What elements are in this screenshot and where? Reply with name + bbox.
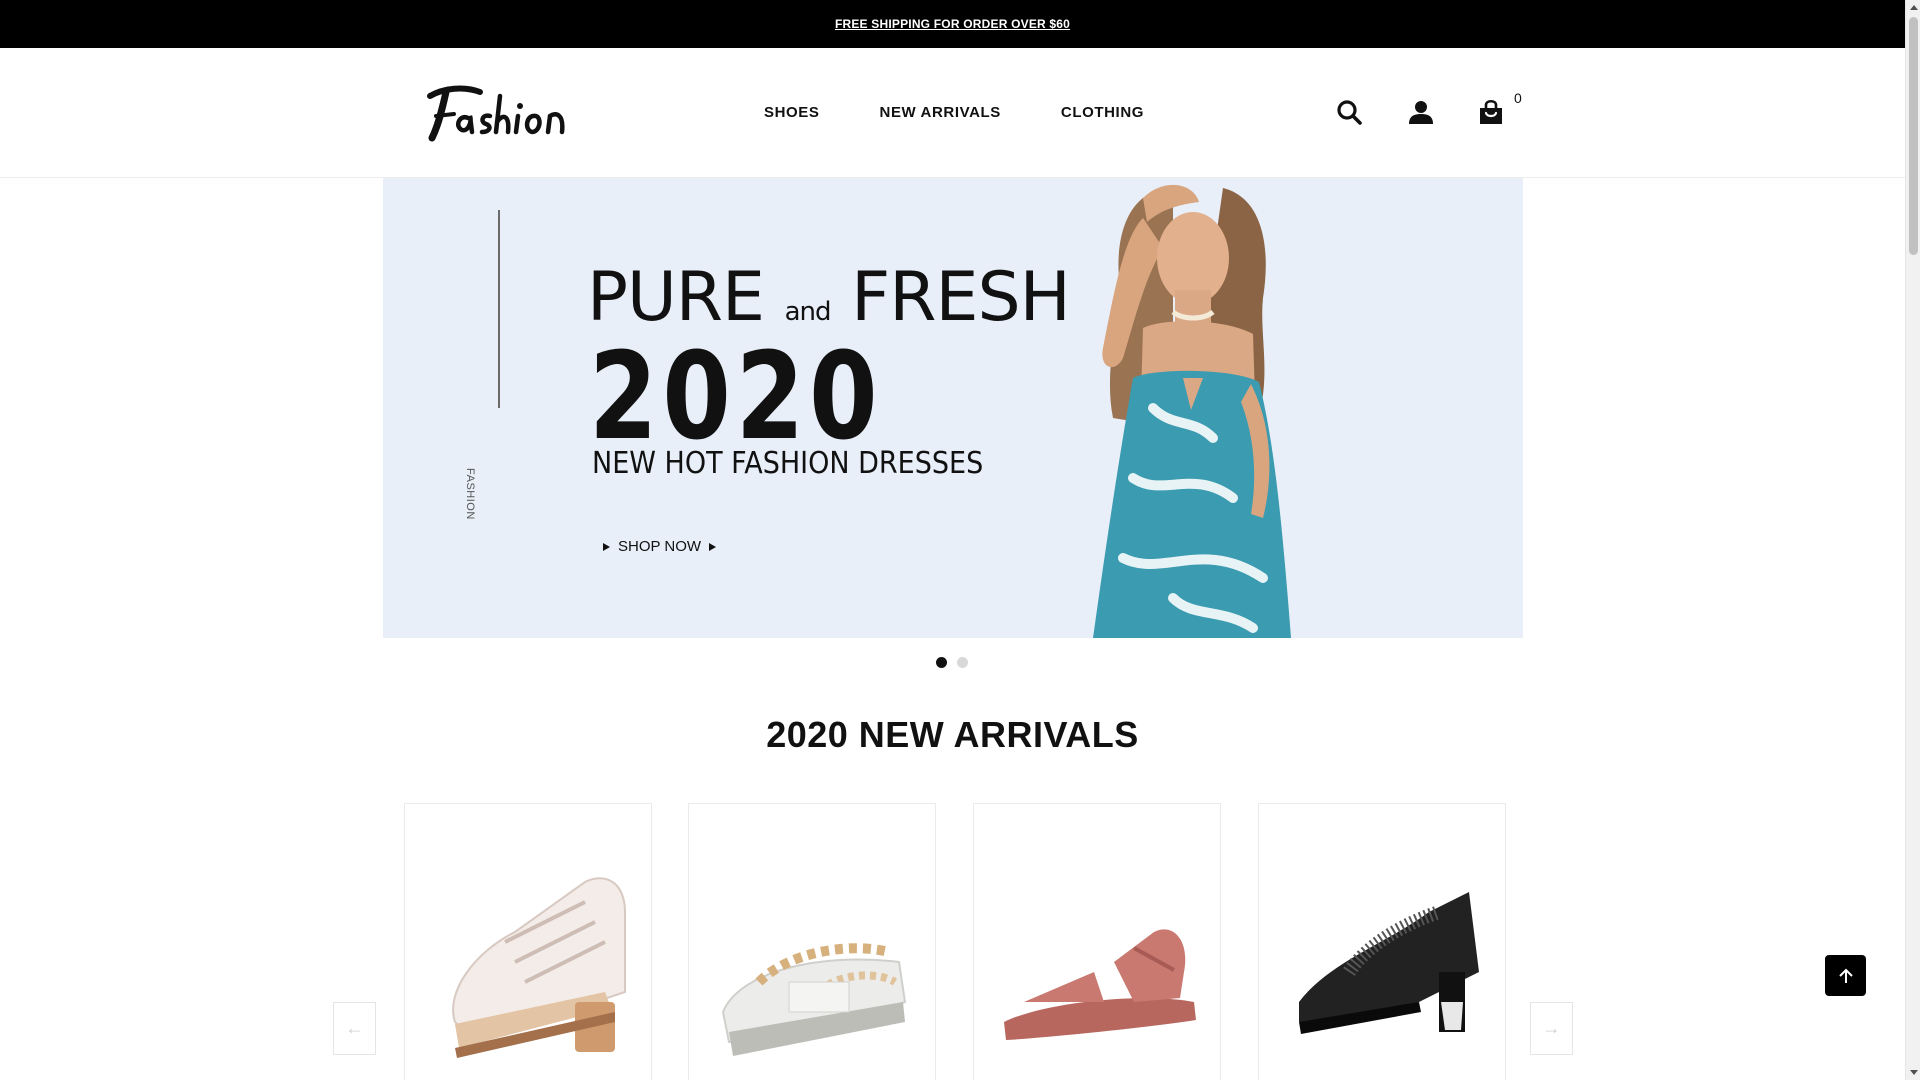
site-header: SHOES NEW ARRIVALS CLOTHING 0	[0, 48, 1905, 178]
hero-vertical-rule	[498, 210, 500, 408]
user-icon[interactable]	[1406, 96, 1436, 128]
fashion-logo[interactable]	[424, 82, 570, 144]
hero-slider-dots	[936, 657, 968, 668]
scrollbar-thumb[interactable]	[1909, 17, 1918, 255]
scroll-down-icon[interactable]	[1906, 1065, 1920, 1080]
logo-script-graphic	[427, 85, 565, 142]
product-image-white-sandal	[452, 877, 626, 1058]
section-title: 2020 NEW ARRIVALS	[766, 714, 1139, 755]
main-nav: SHOES NEW ARRIVALS CLOTHING	[764, 104, 1204, 121]
product-card[interactable]	[973, 803, 1221, 1080]
product-image-pearl-sandal	[721, 943, 907, 1056]
product-card[interactable]	[1258, 803, 1506, 1080]
play-icon	[603, 542, 610, 551]
product-image-black-sandal	[1299, 892, 1479, 1034]
arrow-right-icon: →	[1542, 1018, 1561, 1038]
product-image-pink-sandal	[1004, 929, 1196, 1040]
cart-count-badge: 0	[1514, 90, 1522, 106]
cart-icon[interactable]	[1476, 96, 1506, 128]
hero-side-label: FASHION	[464, 468, 476, 520]
play-icon	[709, 542, 717, 551]
hero-title-left: PURE	[587, 258, 765, 337]
arrow-left-icon: ←	[345, 1018, 364, 1038]
hero-subtitle: NEW HOT FASHION DRESSES	[592, 446, 984, 481]
header-icons: 0	[1334, 90, 1524, 136]
slider-dot-1[interactable]	[936, 657, 947, 668]
announcement-bar: FREE SHIPPING FOR ORDER OVER $60	[0, 0, 1905, 48]
free-shipping-link[interactable]: FREE SHIPPING FOR ORDER OVER $60	[835, 17, 1070, 31]
prev-slide-button[interactable]: ←	[333, 1002, 376, 1055]
hero-title: PURE and FRESH	[587, 258, 1071, 337]
shop-now-button[interactable]: SHOP NOW	[603, 538, 717, 555]
model-photo	[1093, 184, 1291, 638]
nav-item-new-arrivals[interactable]: NEW ARRIVALS	[880, 104, 1001, 121]
product-card[interactable]	[404, 803, 652, 1080]
nav-item-clothing[interactable]: CLOTHING	[1061, 104, 1144, 121]
hero-title-and: and	[784, 297, 832, 327]
arrow-up-icon	[1838, 968, 1853, 983]
next-slide-button[interactable]: →	[1530, 1002, 1573, 1055]
slider-dot-2[interactable]	[957, 657, 968, 668]
hero-year: 2020	[589, 328, 883, 467]
page: FREE SHIPPING FOR ORDER OVER $60 SHOES N…	[0, 0, 1905, 1080]
nav-item-shoes[interactable]: SHOES	[764, 104, 820, 121]
hero-banner[interactable]: FASHION PURE and FRESH 2020 NEW HOT FASH…	[383, 178, 1523, 638]
scroll-up-icon[interactable]	[1906, 0, 1920, 15]
search-icon[interactable]	[1334, 96, 1364, 128]
back-to-top-button[interactable]	[1825, 955, 1866, 996]
product-card[interactable]	[688, 803, 936, 1080]
page-scrollbar[interactable]	[1905, 0, 1920, 1080]
shop-now-label: SHOP NOW	[618, 538, 702, 555]
